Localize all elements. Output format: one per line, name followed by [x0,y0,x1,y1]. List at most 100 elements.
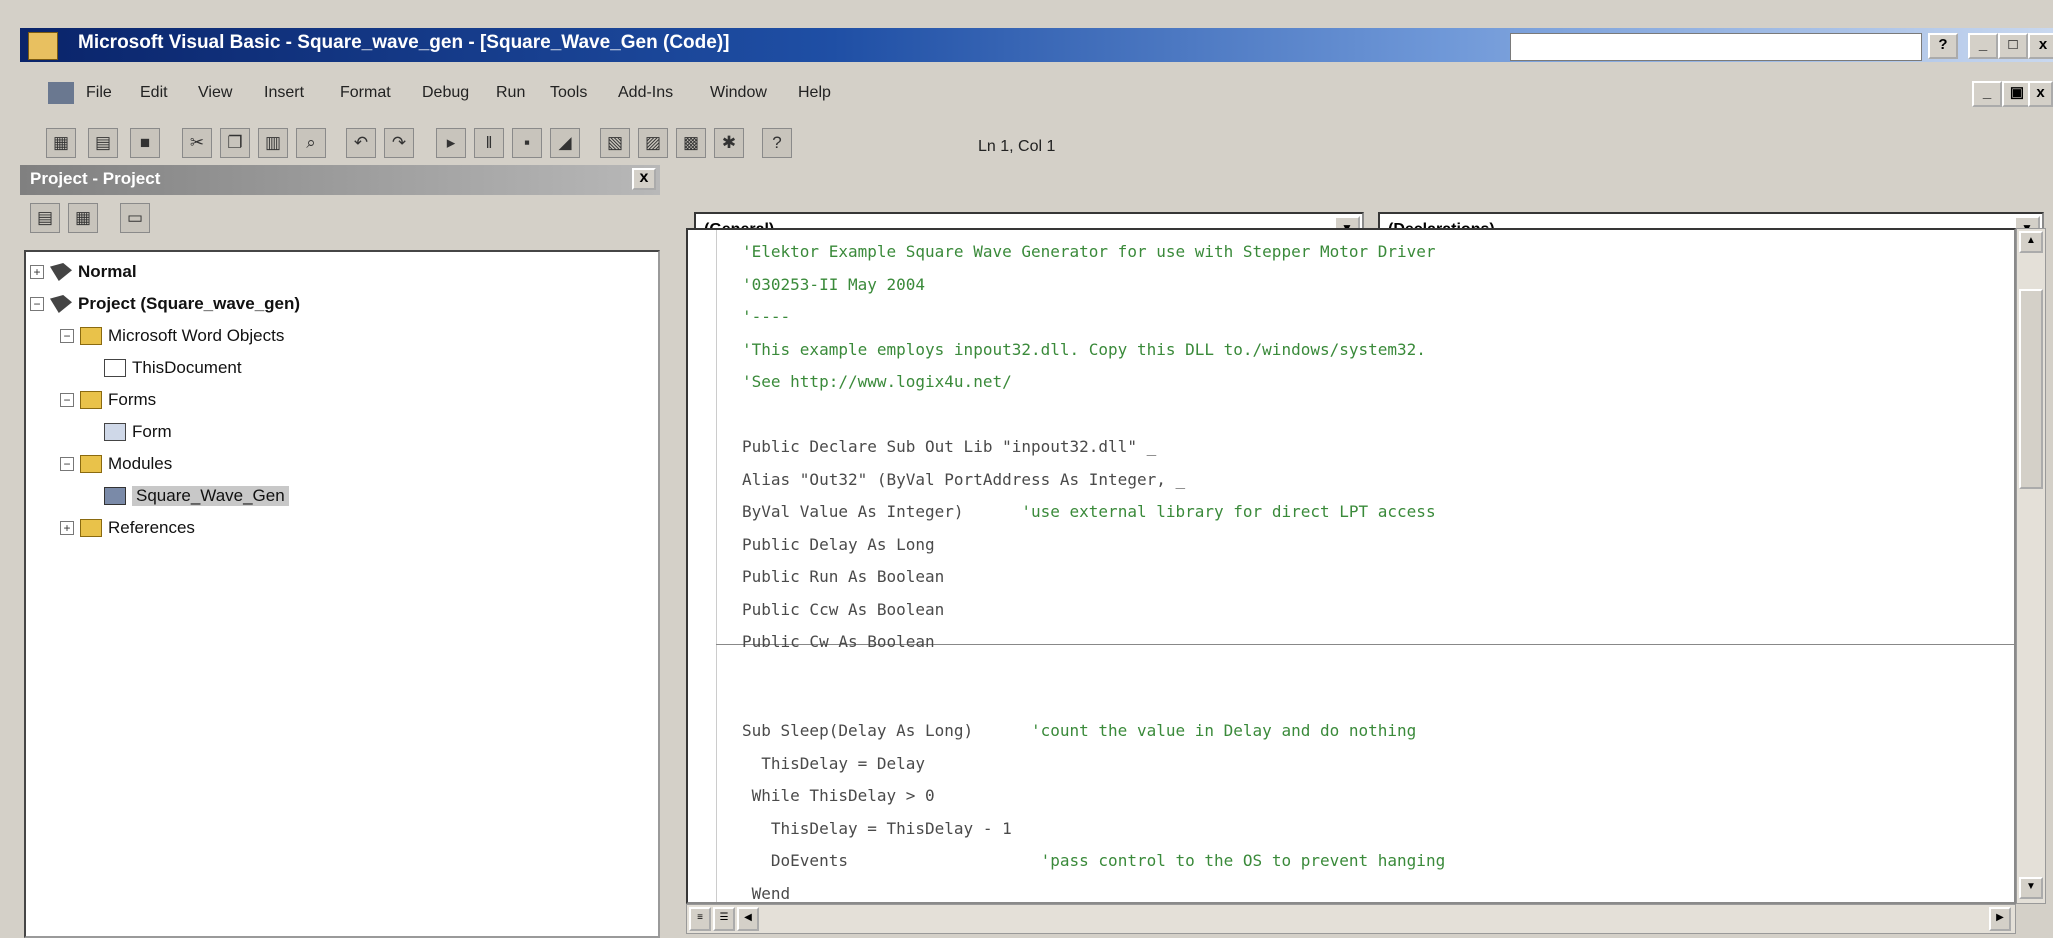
menu-file[interactable]: File [86,84,112,102]
code-text: Sub Sleep(Delay As Long) [742,721,1031,740]
code-line[interactable]: ByVal Value As Integer) 'use external li… [742,502,1436,521]
tree-item-label: Normal [78,262,137,281]
full-module-view-icon[interactable]: ☰ [713,907,735,931]
office-assistant-icon[interactable]: ? [762,128,792,158]
code-line[interactable]: ThisDelay = ThisDelay - 1 [742,819,1012,838]
menu-debug[interactable]: Debug [422,84,469,102]
project-panel-title: Project - Project [30,169,161,188]
menu-insert[interactable]: Insert [264,84,304,102]
title-search-input[interactable] [1510,33,1922,61]
code-line[interactable]: Public Ccw As Boolean [742,600,944,619]
code-line[interactable]: '---- [742,307,790,326]
tree-item-references[interactable]: + References [60,518,195,538]
code-line[interactable]: Public Run As Boolean [742,567,944,586]
project-panel-titlebar: Project - Project x [20,165,660,195]
code-line[interactable]: 'This example employs inpout32.dll. Copy… [742,340,1426,359]
view-object-icon[interactable]: ▦ [68,203,98,233]
project-explorer-icon[interactable]: ▧ [600,128,630,158]
code-line[interactable]: Alias "Out32" (ByVal PortAddress As Inte… [742,470,1185,489]
tree-item-form[interactable]: Form [104,422,172,442]
tree-item-word-objects[interactable]: − Microsoft Word Objects [60,326,284,346]
tree-item-thisdocument[interactable]: ThisDocument [104,358,242,378]
tree-item-square-wave-gen[interactable]: Square_Wave_Gen [104,486,289,506]
expand-icon[interactable]: + [30,265,44,279]
insert-userform-icon[interactable]: ▤ [88,128,118,158]
tree-item-normal[interactable]: + Normal [30,262,137,282]
tree-item-project[interactable]: − Project (Square_wave_gen) [30,294,300,314]
code-text: Public Delay As Long [742,534,935,554]
paste-icon[interactable]: ▥ [258,128,288,158]
code-text: ThisDelay = Delay [742,753,926,773]
code-line[interactable]: 'Elektor Example Square Wave Generator f… [742,242,1436,261]
code-editor[interactable]: 'Elektor Example Square Wave Generator f… [686,228,2016,904]
code-line[interactable]: While ThisDelay > 0 [742,786,935,805]
word-doc-icon[interactable] [48,82,74,104]
reset-icon[interactable]: ▪ [512,128,542,158]
copy-icon[interactable]: ❐ [220,128,250,158]
toolbox-icon[interactable]: ✱ [714,128,744,158]
menu-help[interactable]: Help [798,84,831,102]
collapse-icon[interactable]: − [60,329,74,343]
minimize-button[interactable]: _ [1968,33,1998,59]
redo-icon[interactable]: ↷ [384,128,414,158]
menu-add-ins[interactable]: Add-Ins [618,84,673,102]
help-button[interactable]: ? [1928,33,1958,59]
scroll-left-icon[interactable]: ◀ [737,907,759,931]
object-browser-icon[interactable]: ▩ [676,128,706,158]
menu-run[interactable]: Run [496,84,525,102]
code-line[interactable]: Public Declare Sub Out Lib "inpout32.dll… [742,437,1156,456]
code-text: Public Ccw As Boolean [742,599,945,619]
menu-view[interactable]: View [198,84,232,102]
standard-toolbar: ▦ ▤ ■ ✂ ❐ ▥ ⌕ ↶ ↷ ▸ ‖ ▪ ◢ ▧ ▨ ▩ ✱ ? Ln 1… [20,118,2053,168]
collapse-icon[interactable]: − [60,393,74,407]
code-line[interactable]: DoEvents 'pass control to the OS to prev… [742,851,1445,870]
vba-project-icon [50,295,72,313]
menu-window[interactable]: Window [710,84,767,102]
tree-item-label: ThisDocument [132,358,242,377]
scrollbar-thumb[interactable] [2019,289,2043,489]
horizontal-scrollbar[interactable]: ≡ ☰ ◀ ▶ [686,904,2016,934]
cut-icon[interactable]: ✂ [182,128,212,158]
run-icon[interactable]: ▸ [436,128,466,158]
vertical-scrollbar[interactable]: ▲ ▼ [2016,228,2046,904]
project-panel-close-button[interactable]: x [632,168,656,190]
code-text: Public Declare Sub Out Lib "inpout32.dll… [742,437,1157,456]
undo-icon[interactable]: ↶ [346,128,376,158]
project-tree: + Normal − Project (Square_wave_gen) − M… [24,250,660,938]
doc-close-button[interactable]: x [2028,81,2053,107]
code-line[interactable]: Public Cw As Boolean [742,632,935,651]
code-line[interactable]: Public Delay As Long [742,535,935,554]
scroll-down-icon[interactable]: ▼ [2019,877,2043,899]
scroll-right-icon[interactable]: ▶ [1989,907,2011,931]
tree-item-modules[interactable]: − Modules [60,454,172,474]
code-text: DoEvents [742,851,1041,870]
maximize-button[interactable]: □ [1998,33,2028,59]
menu-tools[interactable]: Tools [550,84,587,102]
break-icon[interactable]: ‖ [474,128,504,158]
close-button[interactable]: x [2028,33,2053,59]
collapse-icon[interactable]: − [60,457,74,471]
code-line[interactable]: '030253-II May 2004 [742,275,925,294]
properties-window-icon[interactable]: ▨ [638,128,668,158]
procedure-view-icon[interactable]: ≡ [689,907,711,931]
find-icon[interactable]: ⌕ [296,128,326,158]
margin-indicator-bar[interactable] [688,230,717,902]
expand-icon[interactable]: + [60,521,74,535]
menu-edit[interactable]: Edit [140,84,168,102]
scroll-up-icon[interactable]: ▲ [2019,231,2043,253]
view-code-icon[interactable]: ▤ [30,203,60,233]
code-line[interactable]: Sub Sleep(Delay As Long) 'count the valu… [742,721,1416,740]
toggle-folders-icon[interactable]: ▭ [120,203,150,233]
design-mode-icon[interactable]: ◢ [550,128,580,158]
vba-app-icon[interactable] [28,32,58,60]
tree-item-forms[interactable]: − Forms [60,390,156,410]
doc-minimize-button[interactable]: _ [1972,81,2002,107]
code-comment: 'See http://www.logix4u.net/ [742,372,1012,391]
menu-format[interactable]: Format [340,84,391,102]
code-line[interactable]: Wend [742,884,791,903]
save-icon[interactable]: ■ [130,128,160,158]
code-line[interactable]: 'See http://www.logix4u.net/ [742,372,1012,391]
view-word-icon[interactable]: ▦ [46,128,76,158]
code-line[interactable]: ThisDelay = Delay [742,754,925,773]
collapse-icon[interactable]: − [30,297,44,311]
